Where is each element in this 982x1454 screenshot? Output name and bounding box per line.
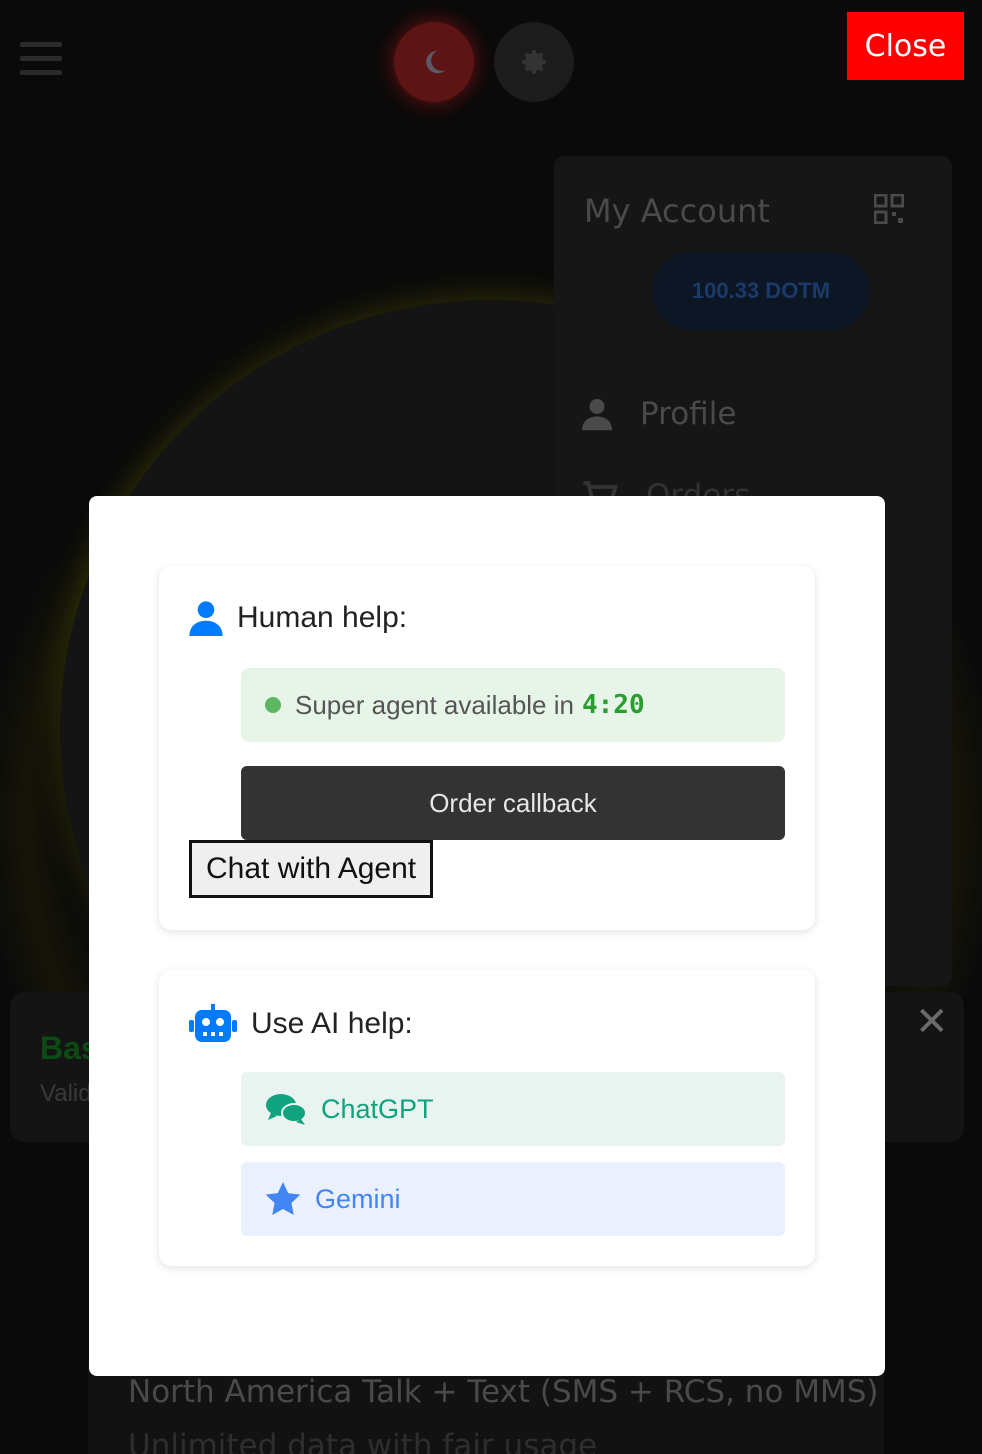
moon-icon xyxy=(426,50,446,74)
order-callback-button[interactable]: Order callback xyxy=(241,766,785,840)
help-modal: Human help: Super agent available in 4:2… xyxy=(89,496,885,1376)
plan-feature-line: Unlimited data with fair usage xyxy=(128,1428,598,1454)
ai-help-heading: Use AI help: xyxy=(251,1007,413,1040)
plan-subtitle: Valid xyxy=(40,1080,92,1107)
chat-with-agent-button[interactable]: Chat with Agent xyxy=(189,840,434,898)
status-text: Super agent available in xyxy=(295,689,574,720)
menu-item-label: Profile xyxy=(640,396,737,432)
plan-feature-line: North America Talk + Text (SMS + RCS, no… xyxy=(128,1374,879,1410)
gear-icon xyxy=(522,50,546,75)
star-icon xyxy=(265,1182,301,1215)
user-icon xyxy=(582,399,612,431)
dark-mode-toggle[interactable] xyxy=(394,22,474,102)
qr-code-icon[interactable] xyxy=(874,194,904,224)
account-title: My Account xyxy=(584,192,770,230)
close-button[interactable]: Close xyxy=(847,12,964,80)
human-help-card: Human help: Super agent available in 4:2… xyxy=(159,566,815,930)
balance-badge[interactable]: 100.33 DOTM xyxy=(652,252,870,330)
human-help-heading-row: Human help: xyxy=(189,600,407,636)
close-x-icon[interactable]: ✕ xyxy=(915,1002,949,1042)
status-dot xyxy=(265,697,281,713)
gemini-button[interactable]: Gemini xyxy=(241,1162,785,1236)
chatgpt-button[interactable]: ChatGPT xyxy=(241,1072,785,1146)
hamburger-icon[interactable] xyxy=(20,42,62,78)
ai-help-heading-row: Use AI help: xyxy=(189,1004,413,1044)
robot-icon xyxy=(189,1004,237,1042)
menu-item-profile[interactable]: Profile xyxy=(582,396,736,432)
user-icon xyxy=(189,601,223,636)
chat-bubbles-icon xyxy=(266,1094,307,1125)
gemini-label: Gemini xyxy=(315,1183,401,1214)
light-mode-toggle[interactable] xyxy=(494,22,574,102)
human-help-heading: Human help: xyxy=(237,601,408,634)
chatgpt-label: ChatGPT xyxy=(321,1093,434,1124)
ai-help-card: Use AI help: ChatGPT Gemini xyxy=(159,970,815,1266)
agent-status: Super agent available in 4:20 xyxy=(241,668,785,742)
countdown-timer: 4:20 xyxy=(581,690,645,720)
